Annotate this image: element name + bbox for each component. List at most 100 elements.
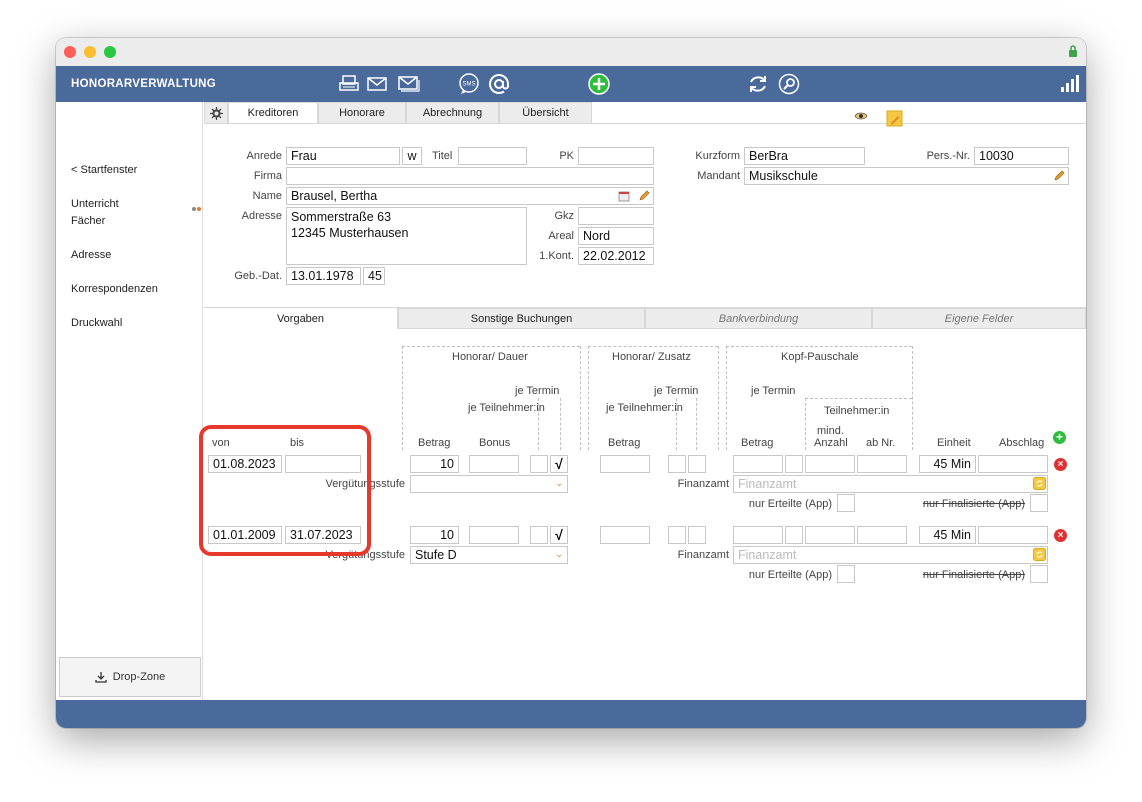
add-row-button[interactable]: + bbox=[1053, 431, 1066, 444]
zoom-window-button[interactable] bbox=[104, 46, 116, 58]
subtab-eigene-felder[interactable]: Eigene Felder bbox=[872, 308, 1086, 329]
row1-zusatz-check2[interactable] bbox=[688, 455, 706, 473]
row2-bis[interactable]: 31.07.2023 bbox=[285, 526, 361, 544]
pk-label: PK bbox=[559, 150, 574, 162]
drop-zone[interactable]: Drop-Zone bbox=[59, 657, 201, 697]
name-field[interactable]: Brausel, Bertha bbox=[286, 187, 654, 205]
adresse-field[interactable]: Sommerstraße 63 12345 Musterhausen bbox=[286, 207, 527, 265]
sidebar-item-korrespondenzen[interactable]: Korrespondenzen bbox=[71, 281, 158, 298]
row2-delete-button[interactable]: × bbox=[1054, 529, 1067, 542]
sidebar-item-faecher[interactable]: Fächer bbox=[71, 213, 105, 230]
main-panel: Kreditoren Honorare Abrechnung Übersicht… bbox=[204, 102, 1086, 700]
at-icon[interactable] bbox=[487, 72, 511, 96]
subtab-vorgaben[interactable]: Vorgaben bbox=[204, 308, 398, 329]
row2-zusatz-check2[interactable] bbox=[688, 526, 706, 544]
row1-finanzamt-lookup-icon[interactable] bbox=[1033, 477, 1046, 490]
sidebar-item-startfenster[interactable]: < Startfenster bbox=[71, 162, 137, 179]
row2-termin-check[interactable]: √ bbox=[550, 526, 568, 544]
row1-bis[interactable] bbox=[285, 455, 361, 473]
search-icon[interactable] bbox=[777, 72, 801, 96]
row1-finanzamt-field[interactable]: Finanzamt bbox=[733, 475, 1048, 493]
tab-kreditoren[interactable]: Kreditoren bbox=[228, 102, 318, 123]
adresse-line1: Sommerstraße 63 bbox=[291, 210, 392, 224]
row1-delete-button[interactable]: × bbox=[1054, 458, 1067, 471]
row2-einheit[interactable]: 45 Min bbox=[919, 526, 976, 544]
row2-teilnehmer-check[interactable] bbox=[530, 526, 548, 544]
row2-kopf-betrag[interactable] bbox=[733, 526, 783, 544]
row2-zusatz-betrag[interactable] bbox=[600, 526, 650, 544]
printer-icon[interactable] bbox=[337, 72, 361, 96]
lock-icon bbox=[1069, 45, 1077, 57]
kont-field[interactable]: 22.02.2012 bbox=[578, 247, 654, 265]
kurzform-label: Kurzform bbox=[695, 150, 740, 162]
settings-tab[interactable] bbox=[204, 102, 228, 123]
row1-betrag[interactable]: 10 bbox=[410, 455, 459, 473]
row2-betrag[interactable]: 10 bbox=[410, 526, 459, 544]
add-icon[interactable] bbox=[587, 72, 611, 96]
row2-kopf-check[interactable] bbox=[785, 526, 803, 544]
anrede-field[interactable]: Frau bbox=[286, 147, 400, 165]
col-einheit: Einheit bbox=[937, 437, 971, 449]
row2-finanzamt-field[interactable]: Finanzamt bbox=[733, 546, 1048, 564]
calendar-icon[interactable] bbox=[618, 190, 630, 202]
minimize-window-button[interactable] bbox=[84, 46, 96, 58]
kurzform-field[interactable]: BerBra bbox=[744, 147, 865, 165]
row2-abschlag[interactable] bbox=[978, 526, 1048, 544]
row1-termin-check[interactable]: √ bbox=[550, 455, 568, 473]
geb-field[interactable]: 13.01.1978 bbox=[286, 267, 361, 285]
row1-ab-nr[interactable] bbox=[857, 455, 907, 473]
row1-teilnehmer-check[interactable] bbox=[530, 455, 548, 473]
note-icon[interactable] bbox=[886, 110, 903, 130]
row1-zusatz-betrag[interactable] bbox=[600, 455, 650, 473]
persnr-label: Pers.-Nr. bbox=[926, 150, 970, 162]
eye-icon[interactable] bbox=[854, 111, 868, 124]
row2-von[interactable]: 01.01.2009 bbox=[208, 526, 282, 544]
row2-ab-nr[interactable] bbox=[857, 526, 907, 544]
mandant-label: Mandant bbox=[697, 170, 740, 182]
row1-mind-anzahl[interactable] bbox=[805, 455, 855, 473]
tab-uebersicht[interactable]: Übersicht bbox=[499, 102, 592, 123]
row1-einheit[interactable]: 45 Min bbox=[919, 455, 976, 473]
sidebar-item-unterricht[interactable]: Unterricht bbox=[71, 196, 119, 213]
firma-field[interactable] bbox=[286, 167, 654, 185]
row1-nur-erteilte-check[interactable] bbox=[837, 494, 855, 512]
row1-verguetung-select[interactable]: ⌄ bbox=[410, 475, 568, 493]
row2-finanzamt-lookup-icon[interactable] bbox=[1033, 548, 1046, 561]
gkz-field[interactable] bbox=[578, 207, 654, 225]
pk-field[interactable] bbox=[578, 147, 654, 165]
persnr-field[interactable]: 10030 bbox=[974, 147, 1069, 165]
row1-kopf-check[interactable] bbox=[785, 455, 803, 473]
areal-field[interactable]: Nord bbox=[578, 227, 654, 245]
edit-pencil-icon[interactable] bbox=[638, 189, 651, 202]
col-von: von bbox=[212, 437, 230, 449]
sidebar-item-druckwahl[interactable]: Druckwahl bbox=[71, 315, 122, 332]
col-betrag-zusatz: Betrag bbox=[608, 437, 641, 449]
titel-field[interactable] bbox=[458, 147, 527, 165]
tab-abrechnung[interactable]: Abrechnung bbox=[406, 102, 499, 123]
row2-mind-anzahl[interactable] bbox=[805, 526, 855, 544]
row1-kopf-betrag[interactable] bbox=[733, 455, 783, 473]
row1-nur-finalisierte-check[interactable] bbox=[1030, 494, 1048, 512]
subtab-sonstige-buchungen[interactable]: Sonstige Buchungen bbox=[398, 308, 645, 329]
col-anzahl: Anzahl bbox=[814, 437, 848, 449]
sms-icon[interactable]: SMS bbox=[457, 72, 481, 96]
row1-abschlag[interactable] bbox=[978, 455, 1048, 473]
refresh-icon[interactable] bbox=[746, 72, 770, 96]
row2-nur-erteilte-check[interactable] bbox=[837, 565, 855, 583]
row2-nur-finalisierte-check[interactable] bbox=[1030, 565, 1048, 583]
row1-von[interactable]: 01.08.2023 bbox=[208, 455, 282, 473]
gender-field[interactable]: w bbox=[402, 147, 422, 165]
mail-icon[interactable] bbox=[365, 72, 389, 96]
row2-zusatz-check1[interactable] bbox=[668, 526, 686, 544]
edit-mandant-icon[interactable] bbox=[1053, 169, 1066, 182]
close-window-button[interactable] bbox=[64, 46, 76, 58]
row1-bonus[interactable] bbox=[469, 455, 519, 473]
subtab-bankverbindung[interactable]: Bankverbindung bbox=[645, 308, 872, 329]
tab-honorare[interactable]: Honorare bbox=[318, 102, 406, 123]
mail-stack-icon[interactable] bbox=[397, 72, 421, 96]
row1-zusatz-check1[interactable] bbox=[668, 455, 686, 473]
sidebar-item-adresse[interactable]: Adresse bbox=[71, 247, 111, 264]
row2-bonus[interactable] bbox=[469, 526, 519, 544]
row2-verguetung-select[interactable]: Stufe D ⌄ bbox=[410, 546, 568, 564]
mandant-field[interactable]: Musikschule bbox=[744, 167, 1069, 185]
